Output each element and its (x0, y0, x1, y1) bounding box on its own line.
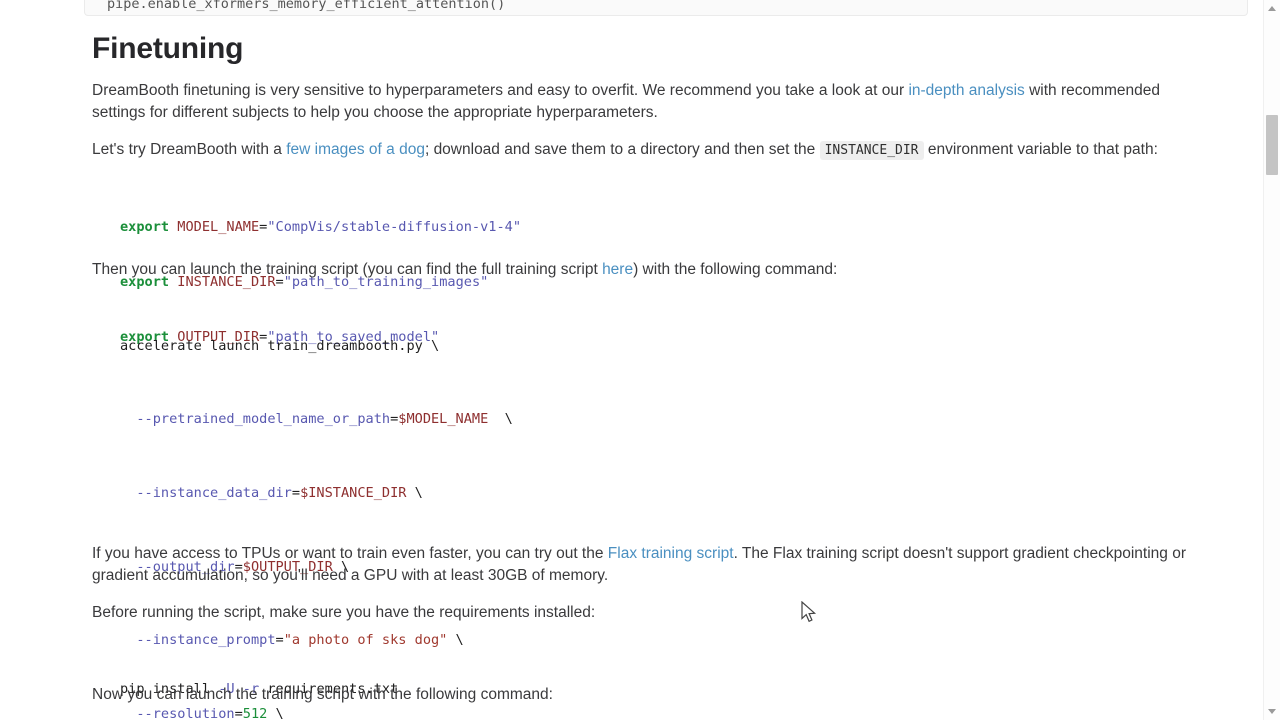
document-content-area: pipe.enable_xformers_memory_efficient_at… (0, 0, 1248, 720)
paragraph-try-text-c: environment variable to that path: (923, 141, 1158, 158)
token-keyword-export: export (120, 218, 170, 235)
paragraph-launch-training: Then you can launch the training script … (92, 259, 1202, 281)
vertical-scrollbar[interactable] (1263, 0, 1280, 720)
token-var-model-name: MODEL_NAME (177, 218, 260, 235)
paragraph-try-text-b: ; download and save them to a directory … (424, 141, 820, 158)
link-in-depth-analysis[interactable]: in-depth analysis (908, 82, 1024, 99)
link-few-images-of-a-dog[interactable]: few images of a dog (286, 141, 425, 158)
token-flag: --pretrained_model_name_or_path (120, 411, 391, 428)
code-line-accelerate-launch: accelerate launch train_dreambooth.py \ (120, 337, 440, 354)
token-value: $MODEL_NAME (398, 411, 489, 428)
token-string-model-name: "CompVis/stable-diffusion-v1-4" (267, 218, 522, 235)
chevron-down-icon (1268, 709, 1276, 714)
link-here[interactable]: here (602, 261, 633, 278)
scrollbar-thumb[interactable] (1266, 115, 1278, 175)
paragraph-intro-text-a: DreamBooth finetuning is very sensitive … (92, 82, 909, 99)
paragraph-tpu-text-a: If you have access to TPUs or want to tr… (92, 545, 608, 562)
code-block-pip-install[interactable]: pip install -U -r requirements.txt (120, 643, 398, 720)
clipped-code-line: pipe.enable_xformers_memory_efficient_at… (107, 0, 506, 12)
clipped-code-block-top: pipe.enable_xformers_memory_efficient_at… (84, 0, 1248, 16)
code-line-export-model-name: export MODEL_NAME="CompVis/stable-diffus… (120, 218, 521, 236)
page-title: Finetuning (92, 32, 244, 65)
code-line-instance-data-dir: --instance_data_dir=$INSTANCE_DIR \ (120, 485, 423, 502)
scroll-down-button[interactable] (1264, 703, 1280, 720)
paragraph-now-launch: Now you can launch the training script w… (92, 686, 553, 703)
token-value: $INSTANCE_DIR (300, 485, 407, 502)
paragraph-requirements: Before running the script, make sure you… (92, 604, 596, 621)
paragraph-launch-text-b: ) with the following command: (633, 261, 838, 278)
paragraph-launch-text-a: Then you can launch the training script … (92, 261, 603, 278)
paragraph-tpu-flax: If you have access to TPUs or want to tr… (92, 543, 1226, 587)
paragraph-try-dreambooth: Let's try DreamBooth with a few images o… (92, 139, 1202, 162)
paragraph-intro: DreamBooth finetuning is very sensitive … (92, 80, 1188, 124)
token-flag: --instance_data_dir (120, 485, 292, 502)
paragraph-try-text-a: Let's try DreamBooth with a (92, 141, 287, 158)
inline-code-instance-dir: INSTANCE_DIR (819, 141, 924, 160)
link-flax-training-script[interactable]: Flax training script (608, 545, 734, 562)
browser-viewport: pipe.enable_xformers_memory_efficient_at… (0, 0, 1280, 720)
code-line-pretrained-model-name-or-path: --pretrained_model_name_or_path=$MODEL_N… (120, 411, 513, 428)
scroll-up-button[interactable] (1264, 0, 1280, 17)
chevron-up-icon (1268, 6, 1276, 11)
